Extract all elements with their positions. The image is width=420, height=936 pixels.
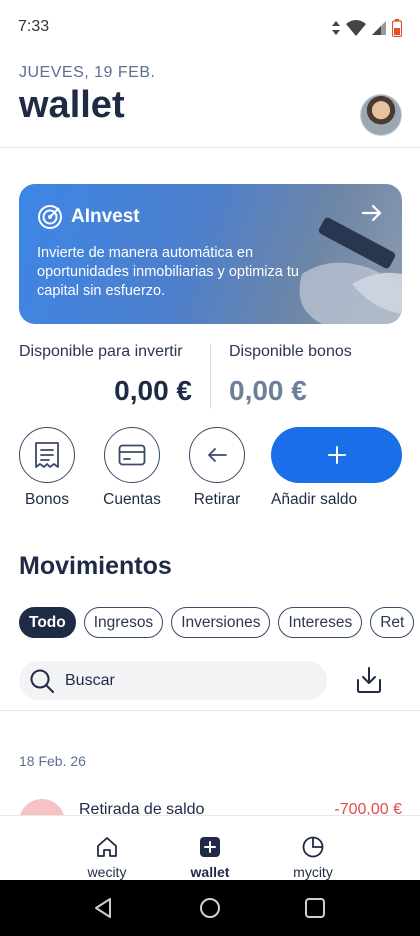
back-icon[interactable]	[92, 897, 114, 919]
receipt-icon	[35, 442, 59, 468]
add-balance-label: Añadir saldo	[271, 491, 358, 508]
search-field[interactable]: Buscar	[19, 661, 327, 700]
filter-chip-ret[interactable]: Ret	[370, 607, 415, 638]
arrow-right-icon[interactable]	[362, 204, 382, 222]
date-label: JUEVES, 19 FEB.	[19, 64, 156, 81]
signal-icon	[372, 21, 386, 35]
nav-label-mycity: mycity	[293, 864, 333, 880]
bottom-nav: wecity wallet mycity	[0, 815, 420, 880]
nav-item-wallet[interactable]: wallet	[165, 836, 255, 880]
cuentas-label: Cuentas	[103, 491, 161, 508]
transaction-date: 18 Feb. 26	[19, 753, 86, 769]
cuentas-button[interactable]: Cuentas	[92, 427, 172, 509]
bonus-balance: Disponible bonos 0,00 €	[211, 343, 402, 409]
balances: Disponible para invertir 0,00 € Disponib…	[19, 343, 402, 409]
nav-item-mycity[interactable]: mycity	[268, 836, 358, 880]
arrow-left-icon	[208, 448, 227, 462]
filter-chip-inversiones[interactable]: Inversiones	[171, 607, 271, 638]
bonos-circle[interactable]	[19, 427, 75, 483]
bonos-button[interactable]: Bonos	[7, 427, 87, 509]
retirar-circle[interactable]	[189, 427, 245, 483]
retirar-label: Retirar	[193, 491, 241, 508]
add-balance-button[interactable]: Añadir saldo	[271, 427, 402, 509]
home-circle-icon[interactable]	[199, 897, 221, 919]
ainvest-banner[interactable]: AInvest Invierte de manera automática en…	[19, 184, 402, 324]
retirar-button[interactable]: Retirar	[177, 427, 257, 509]
filter-chips: Todo Ingresos Inversiones Intereses Ret	[19, 607, 415, 638]
nav-label-wecity: wecity	[87, 864, 127, 880]
cuentas-circle[interactable]	[104, 427, 160, 483]
status-icons	[332, 18, 402, 38]
available-value: 0,00 €	[114, 375, 192, 406]
pie-chart-icon	[302, 836, 324, 858]
add-balance-pill[interactable]	[271, 427, 402, 483]
bonos-label: Bonos	[25, 491, 69, 508]
available-balance: Disponible para invertir 0,00 €	[19, 343, 211, 409]
section-divider	[0, 710, 420, 711]
filter-chip-todo[interactable]: Todo	[19, 607, 76, 638]
plus-icon	[327, 446, 346, 464]
data-arrows-icon	[332, 21, 340, 35]
header: JUEVES, 19 FEB. wallet	[0, 64, 420, 148]
page-title: wallet	[19, 84, 125, 126]
battery-icon	[392, 19, 402, 37]
recents-icon[interactable]	[304, 897, 326, 919]
home-icon	[97, 837, 117, 857]
bonus-label: Disponible bonos	[229, 343, 352, 360]
status-bar: 7:33	[0, 0, 420, 56]
status-time: 7:33	[18, 18, 50, 35]
search-icon	[30, 669, 54, 693]
banner-title: AInvest	[71, 206, 140, 227]
filter-chip-intereses[interactable]: Intereses	[278, 607, 363, 638]
quick-actions: Bonos Cuentas Retirar Añadir saldo	[19, 427, 402, 517]
avatar[interactable]	[360, 94, 402, 136]
card-icon	[118, 444, 146, 466]
nav-label-wallet: wallet	[190, 864, 230, 880]
download-icon[interactable]	[356, 666, 382, 694]
movements-title: Movimientos	[19, 552, 172, 580]
nav-item-wecity[interactable]: wecity	[62, 836, 152, 880]
filter-chip-ingresos[interactable]: Ingresos	[83, 607, 164, 638]
wifi-icon	[346, 20, 366, 36]
search-placeholder: Buscar	[65, 671, 115, 689]
target-icon	[38, 205, 62, 229]
bonus-value: 0,00 €	[229, 375, 307, 406]
available-label: Disponible para invertir	[19, 343, 183, 360]
system-nav-bar	[0, 880, 420, 936]
phone-hand-illustration	[299, 217, 402, 324]
wallet-plus-icon	[200, 837, 220, 857]
